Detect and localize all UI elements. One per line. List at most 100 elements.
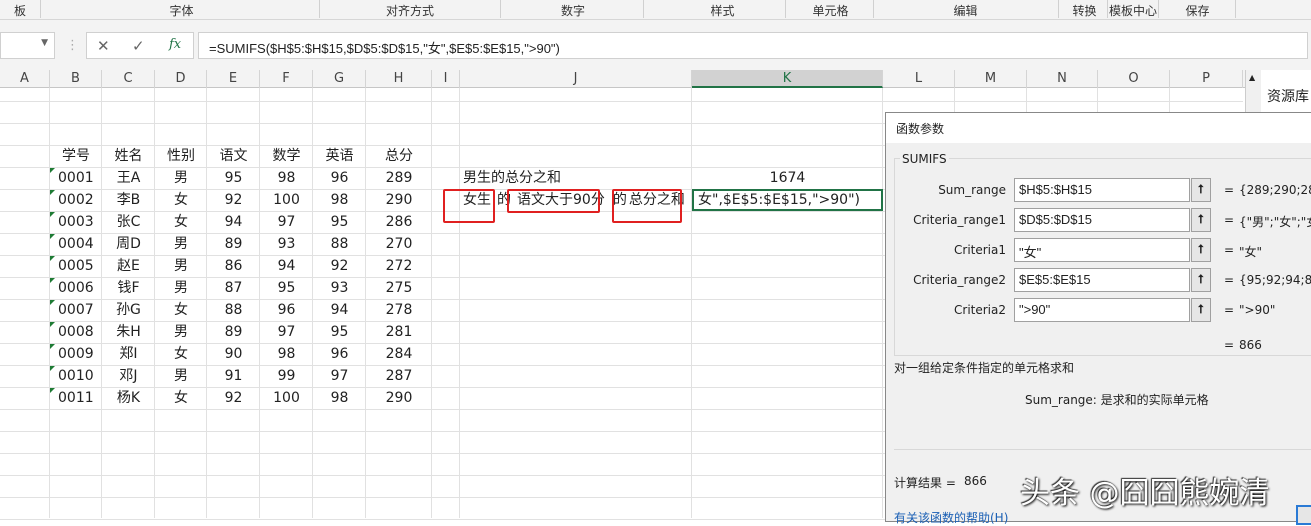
question-1[interactable]: 男生的总分之和 (460, 167, 692, 189)
table-cell[interactable]: 100 (260, 387, 313, 409)
table-cell[interactable]: 90 (207, 343, 260, 365)
table-cell[interactable]: 290 (366, 189, 432, 211)
collapse-dialog-button[interactable]: ⭡ (1191, 268, 1211, 292)
column-header-l[interactable]: L (883, 70, 955, 88)
table-cell[interactable]: 0001 (50, 167, 102, 189)
column-header-b[interactable]: B (50, 70, 102, 88)
table-cell[interactable]: 女 (155, 387, 207, 409)
collapse-dialog-button[interactable]: ⭡ (1191, 208, 1211, 232)
column-header-a[interactable]: A (0, 70, 50, 88)
table-cell[interactable]: 278 (366, 299, 432, 321)
table-cell[interactable]: 李B (102, 189, 155, 211)
column-header-i[interactable]: I (432, 70, 460, 88)
argument-input[interactable]: $H$5:$H$15 (1014, 178, 1190, 202)
scroll-up-icon[interactable]: ▲ (1249, 73, 1255, 82)
side-panel-label[interactable]: 资源库 (1267, 86, 1309, 106)
table-cell[interactable]: 0010 (50, 365, 102, 387)
table-cell[interactable]: 邓J (102, 365, 155, 387)
table-cell[interactable]: 0011 (50, 387, 102, 409)
table-cell[interactable]: 87 (207, 277, 260, 299)
column-header-o[interactable]: O (1098, 70, 1170, 88)
table-cell[interactable]: 100 (260, 189, 313, 211)
table-cell[interactable]: 女 (155, 211, 207, 233)
column-header-d[interactable]: D (155, 70, 207, 88)
collapse-dialog-button[interactable]: ⭡ (1191, 238, 1211, 262)
column-header-e[interactable]: E (207, 70, 260, 88)
table-cell[interactable]: 95 (313, 321, 366, 343)
table-cell[interactable]: 男 (155, 255, 207, 277)
chevron-down-icon[interactable]: ▼ (41, 38, 48, 48)
table-cell[interactable]: 89 (207, 233, 260, 255)
argument-input[interactable]: ">90" (1014, 298, 1190, 322)
table-cell[interactable]: 孙G (102, 299, 155, 321)
table-cell[interactable]: 97 (313, 365, 366, 387)
table-cell[interactable]: 94 (207, 211, 260, 233)
table-header[interactable]: 英语 (313, 145, 366, 167)
table-cell[interactable]: 289 (366, 167, 432, 189)
table-cell[interactable]: 0006 (50, 277, 102, 299)
table-cell[interactable]: 朱H (102, 321, 155, 343)
column-header-c[interactable]: C (102, 70, 155, 88)
table-cell[interactable]: 88 (207, 299, 260, 321)
table-cell[interactable]: 88 (313, 233, 366, 255)
table-cell[interactable]: 96 (313, 167, 366, 189)
table-cell[interactable]: 男 (155, 277, 207, 299)
table-cell[interactable]: 275 (366, 277, 432, 299)
argument-input[interactable]: "女" (1014, 238, 1190, 262)
table-cell[interactable]: 92 (207, 189, 260, 211)
column-header-n[interactable]: N (1027, 70, 1098, 88)
table-header[interactable]: 语文 (207, 145, 260, 167)
argument-input[interactable]: $D$5:$D$15 (1014, 208, 1190, 232)
table-cell[interactable]: 91 (207, 365, 260, 387)
active-cell-editor[interactable]: 女",$E$5:$E$15,">90") (692, 189, 883, 211)
table-header[interactable]: 数学 (260, 145, 313, 167)
table-cell[interactable]: 男 (155, 321, 207, 343)
table-cell[interactable]: 286 (366, 211, 432, 233)
table-cell[interactable]: 0004 (50, 233, 102, 255)
table-cell[interactable]: 93 (313, 277, 366, 299)
table-cell[interactable]: 270 (366, 233, 432, 255)
table-cell[interactable]: 290 (366, 387, 432, 409)
table-cell[interactable]: 0008 (50, 321, 102, 343)
table-cell[interactable]: 0007 (50, 299, 102, 321)
table-cell[interactable]: 赵E (102, 255, 155, 277)
table-cell[interactable]: 0002 (50, 189, 102, 211)
table-header[interactable]: 总分 (366, 145, 432, 167)
argument-input[interactable]: $E$5:$E$15 (1014, 268, 1190, 292)
table-cell[interactable]: 98 (313, 189, 366, 211)
collapse-dialog-button[interactable]: ⭡ (1191, 178, 1211, 202)
formula-input[interactable]: =SUMIFS($H$5:$H$15,$D$5:$D$15,"女",$E$5:$… (198, 32, 1308, 59)
table-cell[interactable]: 93 (260, 233, 313, 255)
table-cell[interactable]: 281 (366, 321, 432, 343)
table-cell[interactable]: 86 (207, 255, 260, 277)
table-cell[interactable]: 0009 (50, 343, 102, 365)
column-header-k[interactable]: K (692, 70, 883, 88)
table-header[interactable]: 性别 (155, 145, 207, 167)
table-cell[interactable]: 97 (260, 321, 313, 343)
collapse-dialog-button[interactable]: ⭡ (1191, 298, 1211, 322)
table-cell[interactable]: 男 (155, 233, 207, 255)
insert-function-icon[interactable]: fx (169, 37, 181, 52)
column-header-p[interactable]: P (1170, 70, 1243, 88)
table-cell[interactable]: 女 (155, 299, 207, 321)
table-cell[interactable]: 92 (313, 255, 366, 277)
table-cell[interactable]: 98 (260, 343, 313, 365)
table-cell[interactable]: 94 (260, 255, 313, 277)
table-cell[interactable]: 97 (260, 211, 313, 233)
name-box[interactable]: ▼ (0, 32, 55, 59)
cancel-icon[interactable]: ✕ (97, 37, 110, 55)
table-cell[interactable]: 郑I (102, 343, 155, 365)
table-cell[interactable]: 0003 (50, 211, 102, 233)
column-header-h[interactable]: H (366, 70, 432, 88)
table-cell[interactable]: 男 (155, 167, 207, 189)
table-cell[interactable]: 杨K (102, 387, 155, 409)
table-cell[interactable]: 98 (260, 167, 313, 189)
enter-icon[interactable]: ✓ (132, 37, 145, 55)
table-cell[interactable]: 周D (102, 233, 155, 255)
table-cell[interactable]: 99 (260, 365, 313, 387)
table-cell[interactable]: 95 (207, 167, 260, 189)
table-cell[interactable]: 男 (155, 365, 207, 387)
table-cell[interactable]: 王A (102, 167, 155, 189)
table-header[interactable]: 学号 (50, 145, 102, 167)
table-cell[interactable]: 张C (102, 211, 155, 233)
